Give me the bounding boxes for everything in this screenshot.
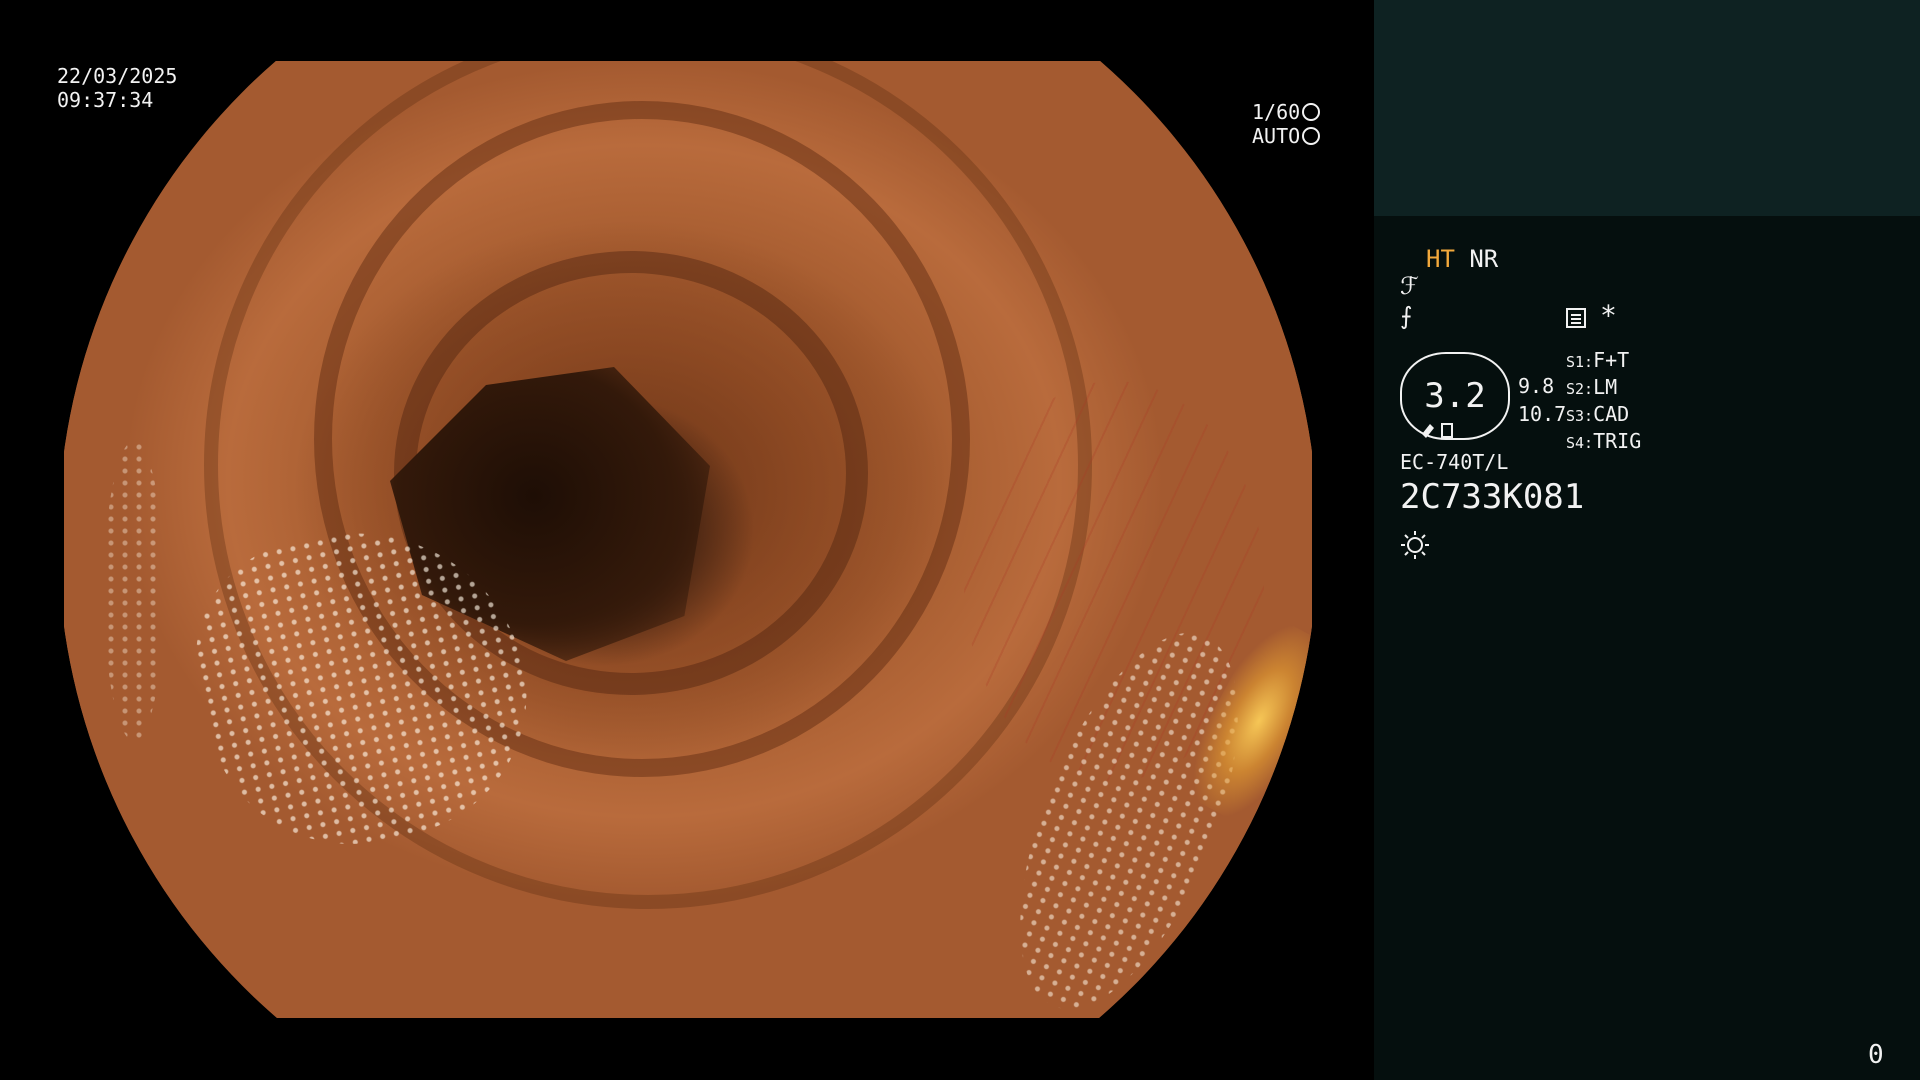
value-1: 9.8 [1518, 374, 1555, 398]
panel-header [1374, 0, 1920, 216]
info-panel: HT NR ℱ ⨍ * 3.2 9.8 10.7 S1:F+T S2:LM S3:… [1374, 0, 1920, 1080]
value-2: 10.7 [1518, 402, 1567, 426]
time: 09:37:34 [57, 88, 154, 112]
date: 22/03/2025 [57, 64, 178, 88]
filter-glyph: ⨍ [1400, 302, 1413, 330]
shutter-speed: 1/60 [1252, 100, 1301, 124]
lumen [390, 367, 710, 661]
switch-row: S2:LM [1566, 375, 1618, 399]
mode-ht: HT [1426, 245, 1455, 273]
scope-badge: 3.2 [1400, 352, 1510, 440]
switch-row: S4:TRIG [1566, 429, 1642, 453]
scope-value: 3.2 [1424, 376, 1486, 416]
scope-values: 9.8 10.7 [1518, 372, 1566, 428]
asterisk-mark: * [1600, 299, 1617, 332]
switch-row: S1:F+T [1566, 348, 1630, 372]
video-area: 22/03/2025 09:37:34 1/60 AUTO [0, 0, 1374, 1080]
scope-serial: 2C733K081 [1400, 477, 1585, 517]
switch-assignments: S1:F+T S2:LM S3:CAD S4:TRIG [1566, 348, 1641, 456]
datetime: 22/03/2025 09:37:34 [57, 64, 177, 112]
enhancement-glyph: ℱ [1400, 272, 1419, 300]
foam-bubbles [104, 441, 164, 741]
light-icon [1401, 531, 1429, 559]
shutter-readout: 1/60 AUTO [1252, 100, 1321, 148]
iris-icon [1302, 127, 1321, 145]
mode-nr: NR [1469, 245, 1499, 273]
aperture-icon [1302, 103, 1321, 121]
endoscopic-image [64, 61, 1312, 1018]
scope-model: EC-740T/L [1400, 450, 1509, 474]
frame-counter: 0 [1868, 1040, 1884, 1070]
mode-indicator: HT NR [1426, 245, 1498, 273]
switch-row: S3:CAD [1566, 402, 1630, 426]
memo-icon [1566, 308, 1586, 328]
exposure-mode: AUTO [1252, 124, 1301, 148]
scope-tip-icon [1422, 423, 1453, 438]
